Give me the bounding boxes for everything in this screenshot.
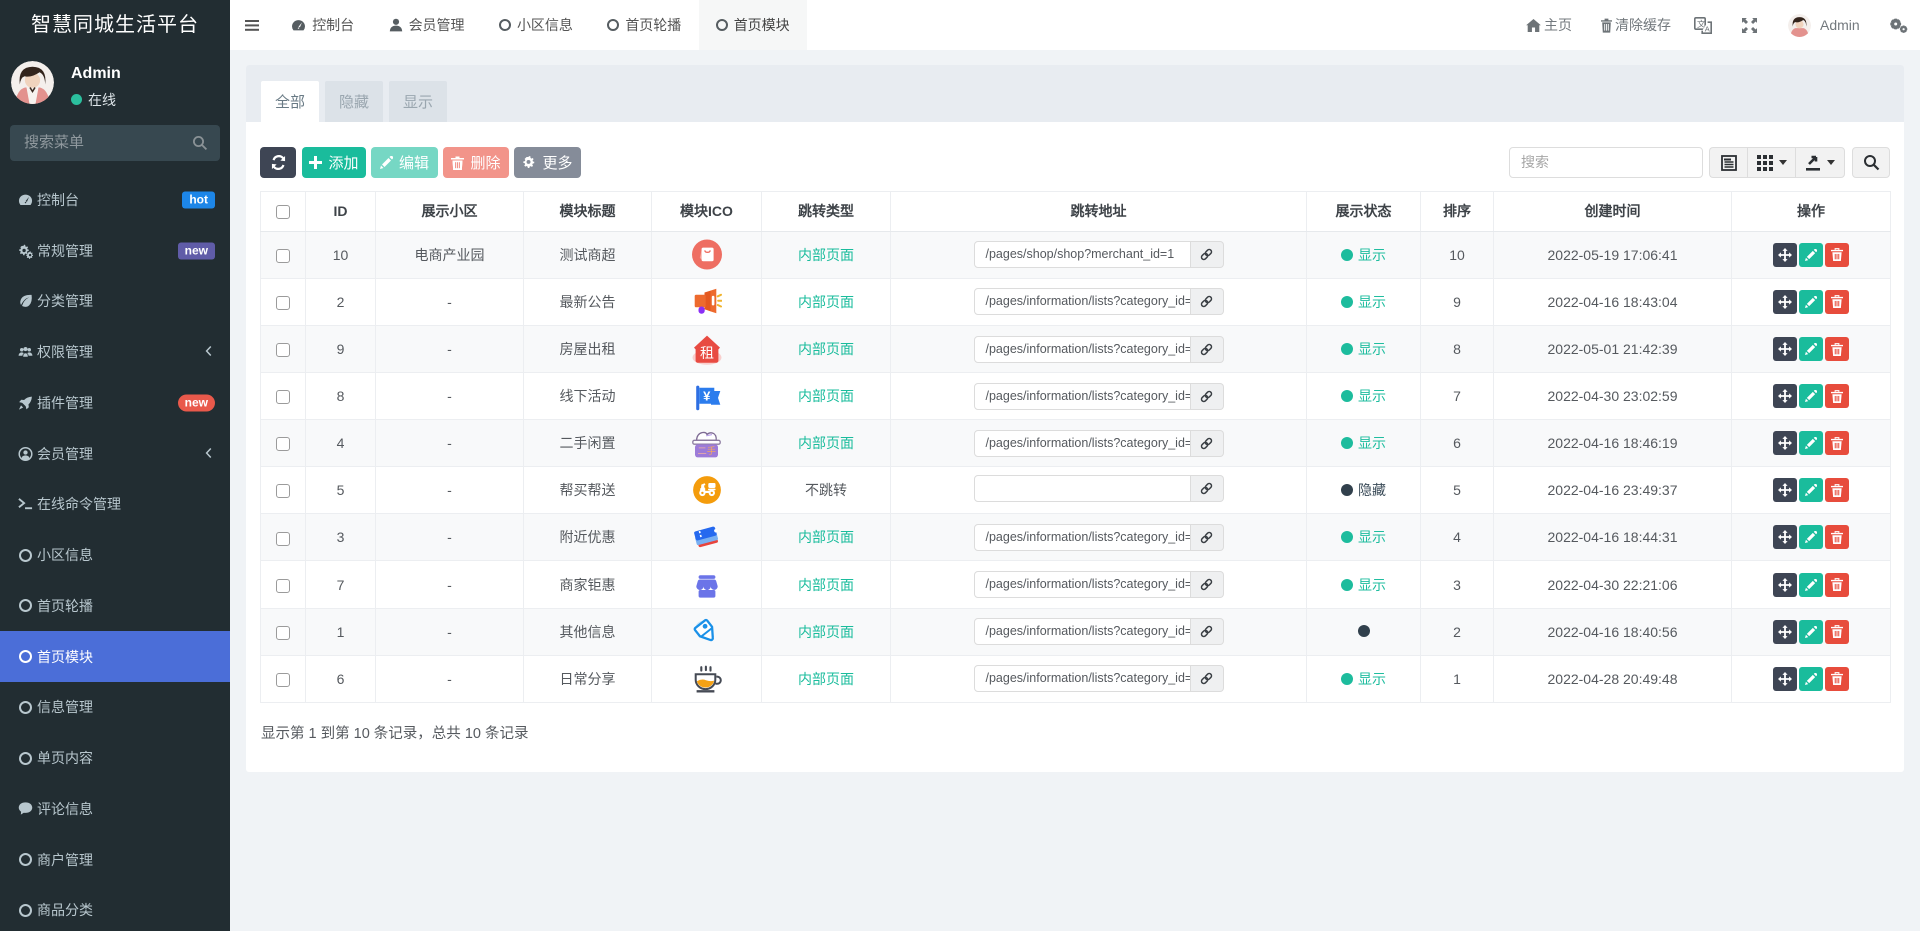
svg-text:二手: 二手 — [698, 445, 716, 456]
svg-text:¥: ¥ — [703, 388, 711, 403]
svg-text:租: 租 — [700, 345, 714, 361]
svg-text:A: A — [1705, 24, 1710, 33]
